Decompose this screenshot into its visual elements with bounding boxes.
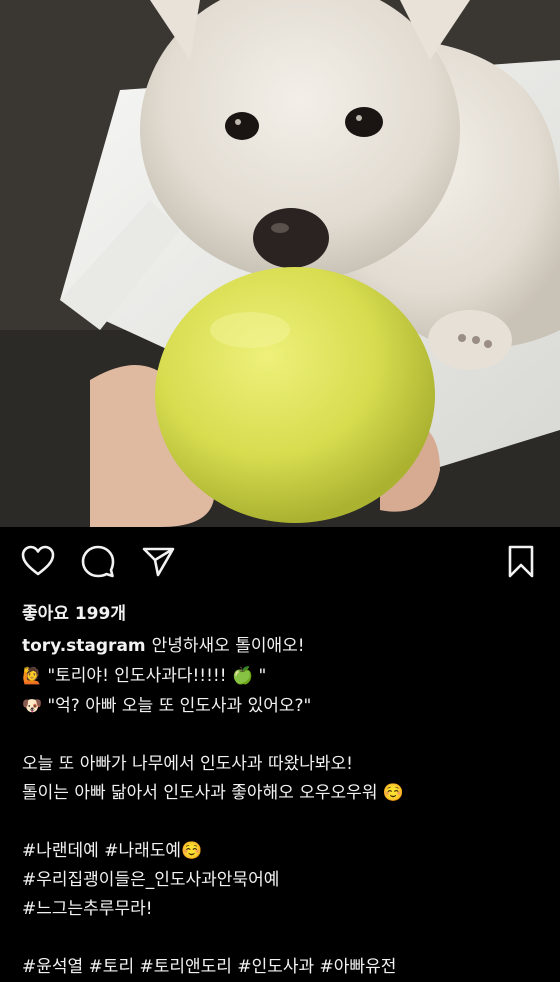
heart-outline-icon[interactable]: [20, 543, 56, 579]
username-link[interactable]: tory.stagram: [22, 636, 146, 656]
hashtag-line[interactable]: #나랜데예 #나래도예☺️: [22, 837, 547, 866]
caption-line: tory.stagram 안녕하새오 톨이애오!: [22, 632, 547, 661]
caption-text: "토리야! 인도사과다!!!!! 🍏 ": [41, 666, 267, 686]
person-raising-hand-icon: 🙋: [22, 666, 42, 685]
post-caption: tory.stagram 안녕하새오 톨이애오! 🙋 "토리야! 인도사과다!!!…: [22, 632, 547, 982]
dog-face-icon: 🐶: [22, 696, 42, 715]
caption-line: 🙋 "토리야! 인도사과다!!!!! 🍏 ": [22, 661, 547, 691]
paper-plane-icon[interactable]: [140, 543, 176, 579]
caption-text: 안녕하새오 톨이애오!: [151, 636, 305, 656]
post-photo[interactable]: [0, 0, 560, 527]
hashtag-line[interactable]: #우리집괭이들은_인도사과안묵어예: [22, 866, 547, 895]
hashtag-line[interactable]: #윤석열 #토리 #토리앤도리 #인도사과 #아빠유전: [22, 953, 547, 982]
caption-line: 톨이는 아빠 닮아서 인도사과 좋아해오 오우오우워 ☺️: [22, 783, 405, 803]
post-action-bar: [0, 527, 560, 597]
caption-text: "억? 아빠 오늘 또 인도사과 있어오?": [41, 696, 312, 716]
likes-count[interactable]: 좋아요 199개: [22, 599, 126, 624]
caption-line: 🐶 "억? 아빠 오늘 또 인도사과 있어오?": [22, 691, 547, 721]
caption-line: 오늘 또 아빠가 나무에서 인도사과 따왔나봐오!: [22, 754, 353, 774]
dog-with-apple-image: [0, 0, 560, 527]
bookmark-icon[interactable]: [503, 543, 539, 579]
hashtag-line[interactable]: #느그는추루무라!: [22, 895, 547, 924]
speech-bubble-icon[interactable]: [80, 543, 116, 579]
